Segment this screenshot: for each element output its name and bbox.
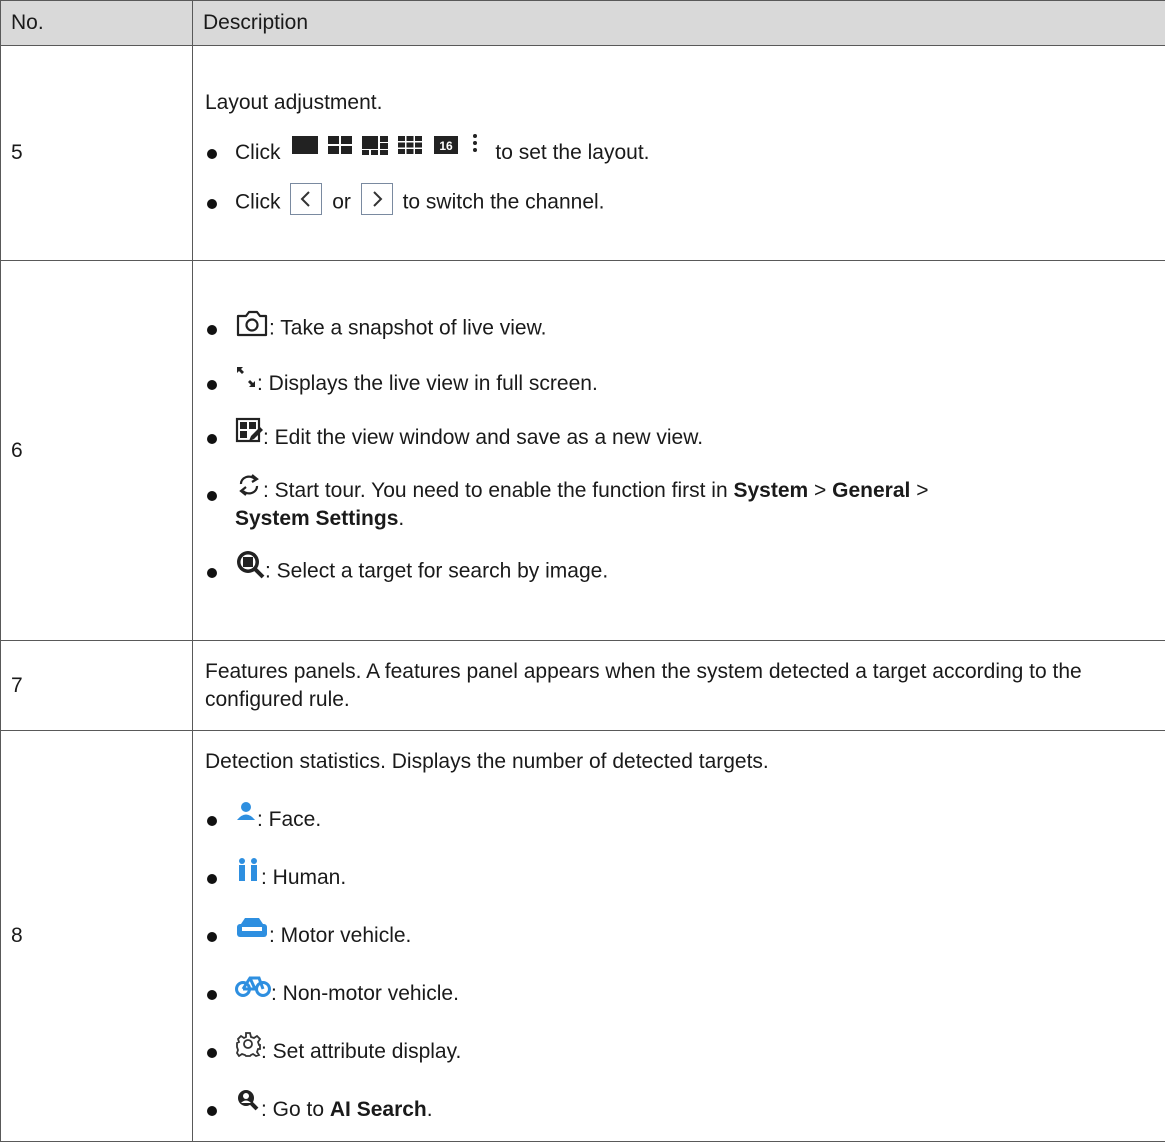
table-row: 8 Detection statistics. Displays the num… <box>1 731 1165 1142</box>
row-description: Layout adjustment. Click 16 <box>193 46 1165 261</box>
face-person-icon <box>235 800 257 824</box>
system-menu-label: System <box>734 479 809 502</box>
attribute-text: : Set attribute display. <box>261 1040 461 1063</box>
attribute-bullet: : Set attribute display. <box>205 1038 1165 1066</box>
fullscreen-icon <box>235 365 257 389</box>
row-description: : Take a snapshot of live view. : Displa… <box>193 261 1165 641</box>
layout-intro: Layout adjustment. <box>205 89 1165 117</box>
tour-bullet: : Start tour. You need to enable the fun… <box>205 477 1165 533</box>
ai-search-end: . <box>427 1098 433 1121</box>
system-settings-label: System Settings <box>235 507 398 530</box>
row-description: Features panels. A features panel appear… <box>193 641 1165 731</box>
layout-bullet-text: to set the layout. <box>495 141 649 164</box>
face-bullet: : Face. <box>205 806 1165 834</box>
layout-16-label: 16 <box>439 139 453 153</box>
table-row: 7 Features panels. A features panel appe… <box>1 641 1165 731</box>
row-number: 8 <box>1 731 193 1142</box>
bicycle-icon <box>235 974 271 998</box>
layout-6-icon <box>362 134 388 156</box>
table-header-row: No. Description <box>1 1 1165 46</box>
row-number: 7 <box>1 641 193 731</box>
edit-view-icon <box>235 417 263 445</box>
human-icon <box>235 857 261 883</box>
row-number: 6 <box>1 261 193 641</box>
snapshot-bullet: : Take a snapshot of live view. <box>205 314 1165 344</box>
header-description: Description <box>193 1 1165 46</box>
refresh-icon <box>235 472 263 498</box>
chevron-left-icon <box>290 183 322 215</box>
non-motor-vehicle-text: : Non-motor vehicle. <box>271 982 459 1005</box>
motor-vehicle-text: : Motor vehicle. <box>269 924 411 947</box>
table-row: 6 : Take a snapshot of live view. : Disp… <box>1 261 1165 641</box>
camera-icon <box>235 308 269 338</box>
layout-9-icon <box>398 134 422 156</box>
non-motor-vehicle-bullet: : Non-motor vehicle. <box>205 980 1165 1008</box>
ai-search-link: AI Search <box>330 1098 427 1121</box>
header-no: No. <box>1 1 193 46</box>
snapshot-text: : Take a snapshot of live view. <box>269 317 546 340</box>
table-row: 5 Layout adjustment. Click 16 <box>1 46 1165 261</box>
layout-1-icon <box>292 134 318 156</box>
chevron-right-icon <box>361 183 393 215</box>
gear-icon <box>235 1031 261 1057</box>
fullscreen-bullet: : Displays the live view in full screen. <box>205 370 1165 398</box>
ai-search-icon <box>235 1087 261 1113</box>
edit-view-bullet: : Edit the view window and save as a new… <box>205 424 1165 452</box>
click-label: Click <box>235 191 281 214</box>
layout-4-icon <box>328 134 352 156</box>
tour-separator: > <box>808 479 832 502</box>
layout-bullet: Click 16 to set the <box>205 139 1165 167</box>
row-description: Detection statistics. Displays the numbe… <box>193 731 1165 1142</box>
channel-bullet-text: to switch the channel. <box>403 191 605 214</box>
ai-search-text: : Go to <box>261 1098 330 1121</box>
or-label: or <box>332 191 351 214</box>
tour-separator: > <box>910 479 934 502</box>
image-search-icon <box>235 549 265 579</box>
face-text: : Face. <box>257 808 321 831</box>
human-text: : Human. <box>261 866 346 889</box>
click-label: Click <box>235 141 281 164</box>
image-search-bullet: : Select a target for search by image. <box>205 557 1165 587</box>
motor-vehicle-bullet: : Motor vehicle. <box>205 922 1165 950</box>
more-vertical-icon <box>468 132 482 154</box>
general-menu-label: General <box>832 479 910 502</box>
description-table: No. Description 5 Layout adjustment. Cli… <box>0 0 1165 1142</box>
tour-end: . <box>398 507 404 530</box>
channel-bullet: Click or to switch the channel. <box>205 187 1165 219</box>
human-bullet: : Human. <box>205 864 1165 892</box>
layout-16-icon: 16 <box>434 134 458 156</box>
image-search-text: : Select a target for search by image. <box>265 559 608 582</box>
fullscreen-text: : Displays the live view in full screen. <box>257 372 598 395</box>
motor-vehicle-icon <box>235 916 269 940</box>
row-number: 5 <box>1 46 193 261</box>
edit-view-text: : Edit the view window and save as a new… <box>263 426 703 449</box>
ai-search-bullet: : Go to AI Search. <box>205 1096 1165 1124</box>
tour-text: : Start tour. You need to enable the fun… <box>263 479 728 502</box>
detection-intro: Detection statistics. Displays the numbe… <box>205 748 1165 776</box>
